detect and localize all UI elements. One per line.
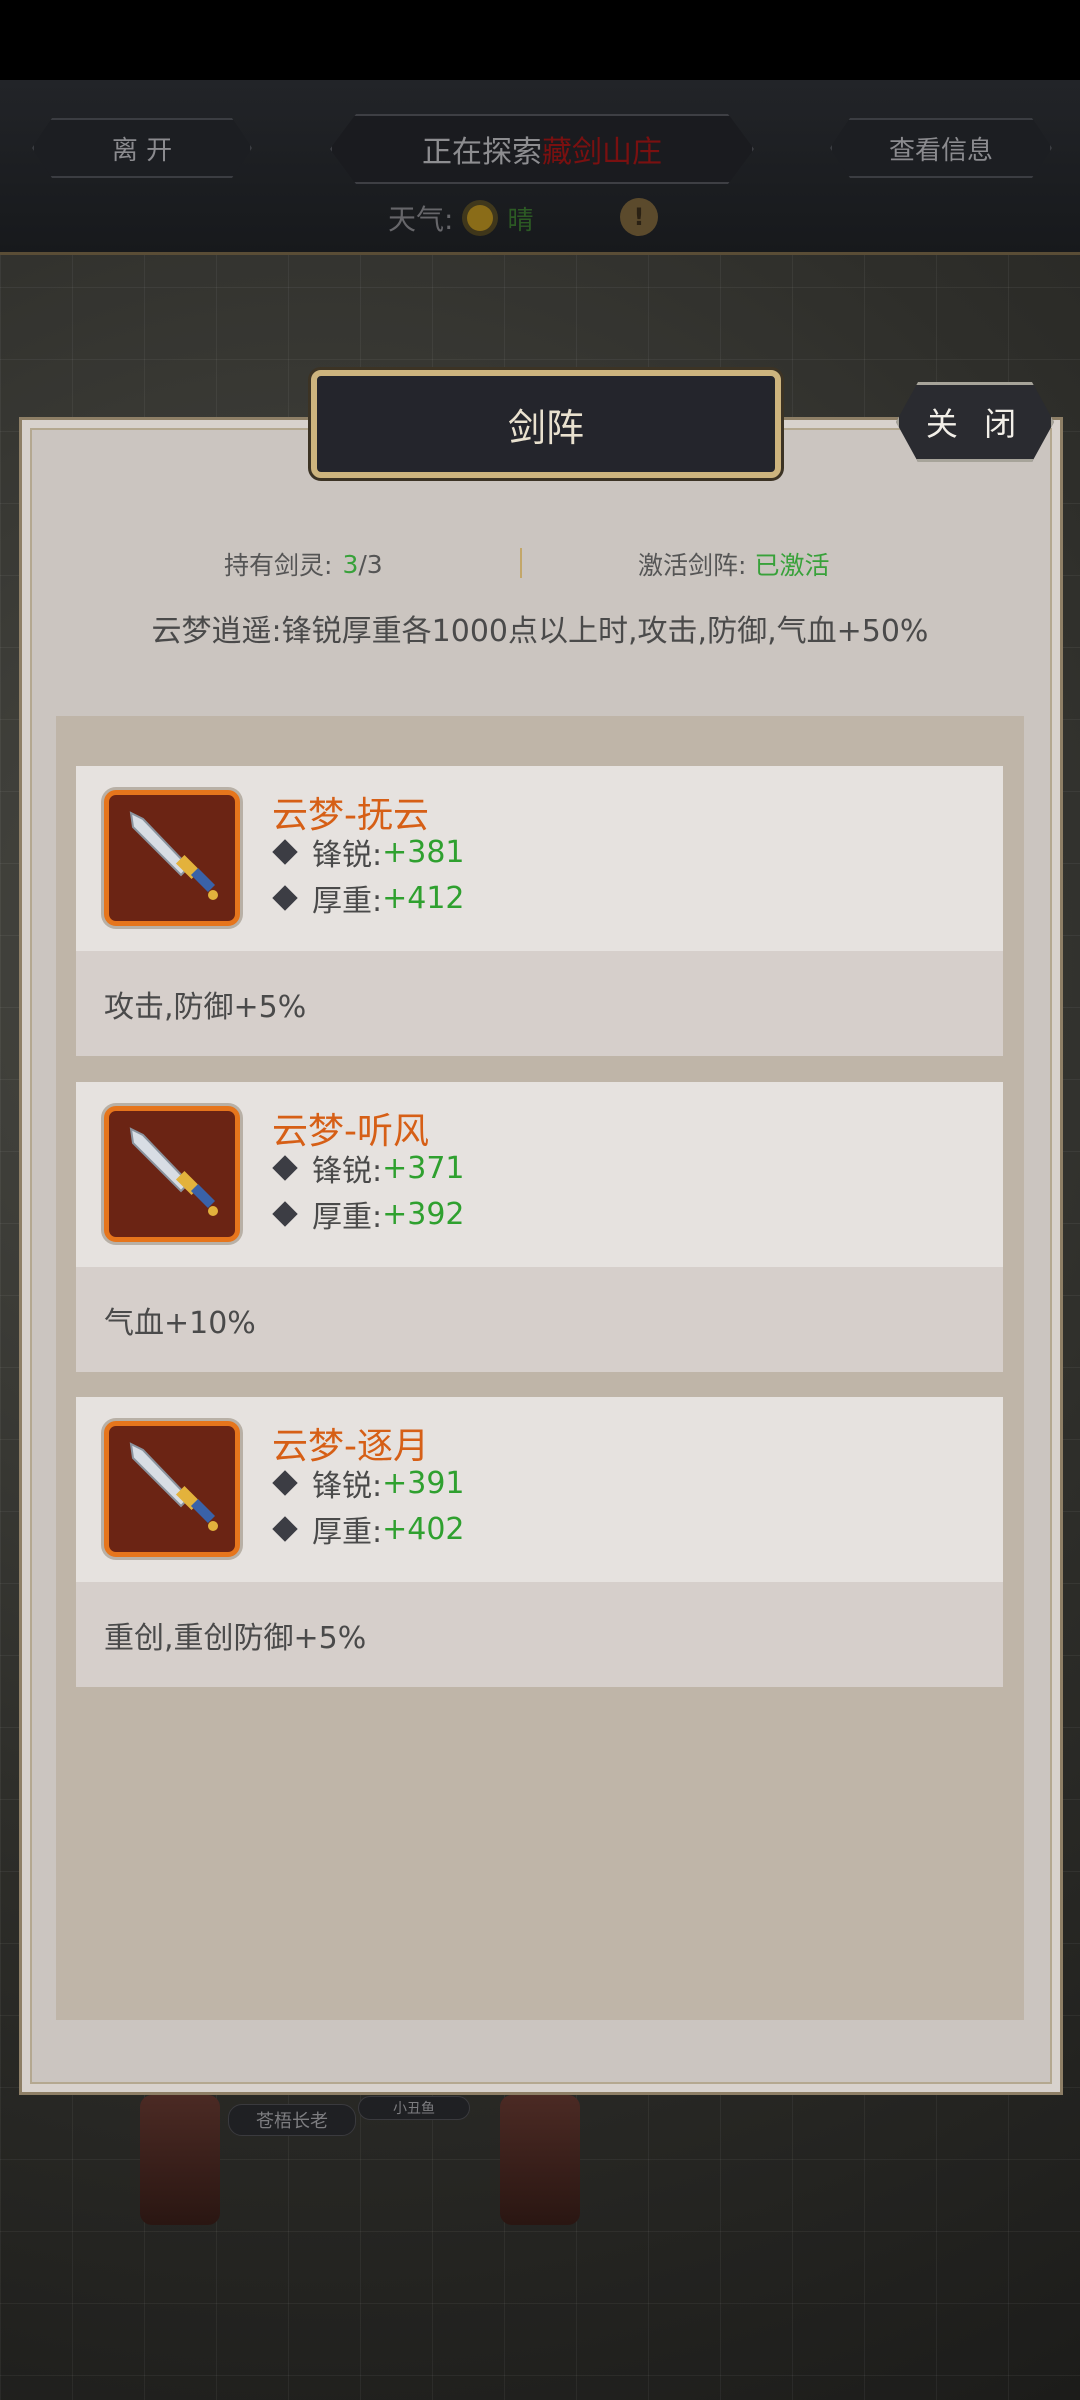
activate-status-stat: 激活剑阵: 已激活 bbox=[638, 540, 829, 588]
attr-value: +392 bbox=[382, 1196, 465, 1232]
npc-name-1: 苍梧长老 bbox=[256, 2111, 328, 2132]
spirit-card[interactable]: 云梦-逐月 锋锐: +391 厚重: +402 重创,重创防御+5% bbox=[76, 1397, 1003, 1687]
diamond-icon bbox=[272, 1201, 298, 1227]
held-label: 持有剑灵: bbox=[224, 551, 333, 580]
spirit-effect: 重创,重创防御+5% bbox=[76, 1582, 1003, 1687]
leave-label: 离 开 bbox=[111, 135, 173, 166]
status-bar bbox=[0, 0, 1080, 80]
attr-value: +391 bbox=[382, 1465, 465, 1501]
npc-name-2: 小丑鱼 bbox=[393, 2101, 435, 2117]
view-info-button[interactable]: 查看信息 bbox=[830, 118, 1052, 178]
diamond-icon bbox=[272, 1470, 298, 1496]
attr-value: +371 bbox=[382, 1150, 465, 1186]
weather-row: 天气: 晴 bbox=[388, 198, 533, 238]
attr-sharpness: 锋锐: +371 bbox=[272, 1148, 465, 1189]
held-count: 3 bbox=[342, 549, 359, 579]
spirit-card[interactable]: 云梦-抚云 锋锐: +381 厚重: +412 攻击,防御+5% bbox=[76, 766, 1003, 1056]
activate-label: 激活剑阵: bbox=[638, 551, 747, 580]
attr-sharpness: 锋锐: +391 bbox=[272, 1463, 465, 1504]
attr-weight: 厚重: +412 bbox=[272, 878, 465, 919]
attr-label: 厚重: bbox=[312, 884, 383, 919]
sword-icon bbox=[104, 790, 240, 926]
spirit-card-header: 云梦-逐月 锋锐: +391 厚重: +402 bbox=[76, 1397, 1003, 1582]
view-info-label: 查看信息 bbox=[888, 135, 993, 166]
attr-label: 厚重: bbox=[312, 1515, 383, 1550]
npc-label-1[interactable]: 苍梧长老 bbox=[228, 2104, 356, 2136]
dialog-title-text: 剑阵 bbox=[507, 405, 584, 450]
diamond-icon bbox=[272, 839, 298, 865]
close-button[interactable]: 关 闭 bbox=[896, 382, 1054, 462]
info-icon[interactable]: ! bbox=[620, 198, 658, 236]
exploring-prefix: 正在探索 bbox=[422, 135, 542, 170]
sword-icon bbox=[104, 1421, 240, 1557]
stat-divider bbox=[520, 548, 522, 578]
attr-label: 锋锐: bbox=[312, 838, 383, 873]
sun-icon bbox=[467, 205, 494, 231]
pillar-right bbox=[500, 2095, 580, 2225]
spirit-card-header: 云梦-抚云 锋锐: +381 厚重: +412 bbox=[76, 766, 1003, 951]
attr-weight: 厚重: +402 bbox=[272, 1509, 465, 1550]
spirit-card-header: 云梦-听风 锋锐: +371 厚重: +392 bbox=[76, 1082, 1003, 1267]
spirit-effect: 攻击,防御+5% bbox=[76, 951, 1003, 1056]
exploring-location: 藏剑山庄 bbox=[542, 135, 662, 170]
attr-sharpness: 锋锐: +381 bbox=[272, 832, 465, 873]
attr-label: 锋锐: bbox=[312, 1469, 383, 1504]
held-total: /3 bbox=[358, 549, 383, 579]
close-label: 关 闭 bbox=[925, 405, 1025, 443]
weather-value: 晴 bbox=[507, 205, 534, 236]
held-spirits-stat: 持有剑灵: 3 /3 bbox=[224, 540, 383, 588]
activate-status: 已激活 bbox=[754, 551, 830, 580]
dialog-title: 剑阵 bbox=[311, 370, 781, 478]
exploring-title: 正在探索 藏剑山庄 bbox=[330, 114, 754, 184]
pillar-left bbox=[140, 2095, 220, 2225]
attr-value: +402 bbox=[382, 1511, 465, 1547]
diamond-icon bbox=[272, 885, 298, 911]
attr-value: +381 bbox=[382, 834, 465, 870]
spirit-effect: 气血+10% bbox=[76, 1267, 1003, 1372]
attr-weight: 厚重: +392 bbox=[272, 1194, 465, 1235]
attr-label: 厚重: bbox=[312, 1200, 383, 1235]
attr-label: 锋锐: bbox=[312, 1154, 383, 1189]
leave-button[interactable]: 离 开 bbox=[32, 118, 252, 178]
formation-bonus-text: 云梦逍遥:锋锐厚重各1000点以上时,攻击,防御,气血+50% bbox=[151, 614, 929, 649]
diamond-icon bbox=[272, 1516, 298, 1542]
attr-value: +412 bbox=[382, 880, 465, 916]
npc-label-2[interactable]: 小丑鱼 bbox=[358, 2096, 470, 2120]
weather-label: 天气: bbox=[388, 203, 454, 236]
sword-icon bbox=[104, 1106, 240, 1242]
spirit-card[interactable]: 云梦-听风 锋锐: +371 厚重: +392 气血+10% bbox=[76, 1082, 1003, 1372]
diamond-icon bbox=[272, 1155, 298, 1181]
